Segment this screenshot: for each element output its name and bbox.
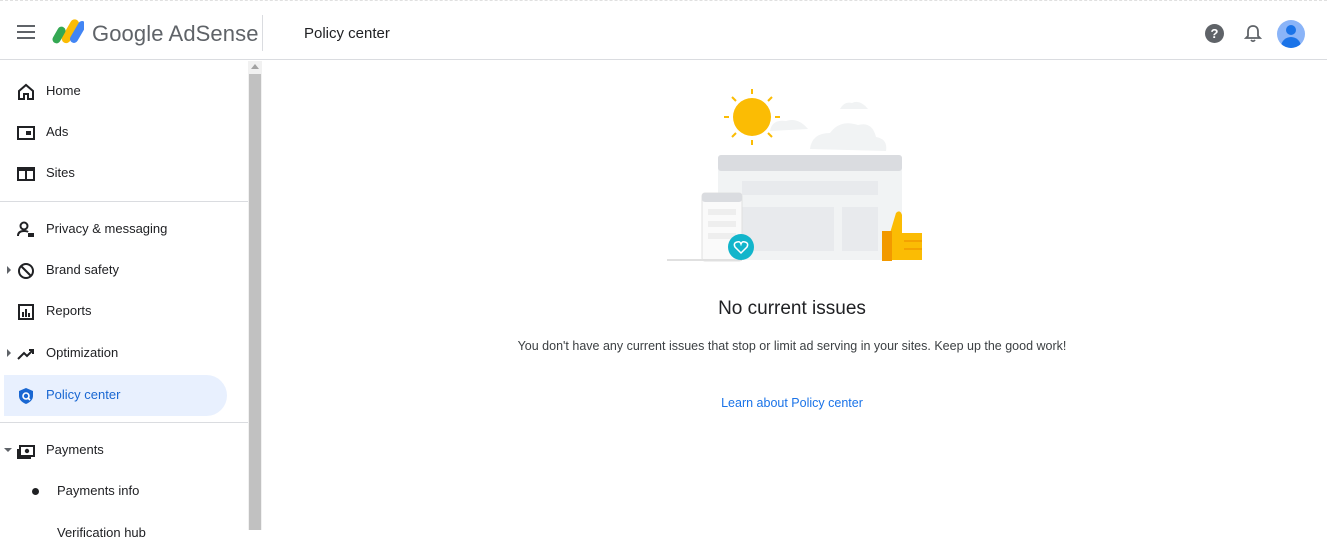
sidebar-item-label: Privacy & messaging <box>46 221 168 236</box>
reports-icon <box>18 304 34 320</box>
sites-icon <box>17 167 35 181</box>
sidebar-item-label: Sites <box>46 165 75 180</box>
sidebar-item-label: Policy center <box>46 387 121 402</box>
expand-caret-icon[interactable] <box>7 349 11 357</box>
sidebar-item-ads[interactable]: Ads <box>4 112 227 153</box>
brand-name[interactable]: Google AdSense <box>92 21 259 47</box>
sidebar-subitem-label: Verification hub <box>57 525 146 540</box>
sidebar-item-label: Brand safety <box>46 262 119 277</box>
policy-shield-icon <box>19 388 33 404</box>
sidebar-subitem-verification-hub[interactable]: Verification hub <box>4 491 227 540</box>
sidebar-item-payments[interactable]: Payments <box>4 430 227 471</box>
sidebar-item-label: Payments <box>46 442 104 457</box>
empty-state-description: You don't have any current issues that s… <box>517 339 1067 353</box>
sidebar-item-optimization[interactable]: Optimization <box>4 333 227 374</box>
header-divider <box>262 15 263 51</box>
collapse-caret-icon[interactable] <box>4 448 12 452</box>
page-title: Policy center <box>304 25 390 42</box>
adsense-logo-icon <box>52 19 84 44</box>
menu-icon[interactable] <box>17 25 35 39</box>
sidebar-item-home[interactable]: Home <box>4 71 227 112</box>
sidebar-item-label: Home <box>46 83 81 98</box>
top-bar: Google AdSense Policy center ? <box>0 0 1327 60</box>
learn-about-policy-center-link[interactable]: Learn about Policy center <box>262 396 1322 410</box>
sidebar-item-label: Ads <box>46 124 69 139</box>
sidebar-item-label: Reports <box>46 303 92 318</box>
sidebar-item-reports[interactable]: Reports <box>4 291 227 332</box>
home-icon <box>18 83 34 100</box>
main-content: No current issues You don't have any cur… <box>262 61 1327 530</box>
sidebar-item-privacy-messaging[interactable]: Privacy & messaging <box>4 209 227 250</box>
sidebar-divider <box>0 422 248 423</box>
sidebar-scrollbar[interactable] <box>248 61 262 530</box>
sidebar-item-label: Optimization <box>46 345 119 360</box>
notifications-bell-icon[interactable] <box>1244 24 1262 43</box>
account-avatar[interactable] <box>1277 20 1305 48</box>
sidebar-divider <box>0 201 248 202</box>
scroll-up-arrow-icon[interactable] <box>251 64 259 69</box>
expand-caret-icon[interactable] <box>7 266 11 274</box>
trending-icon <box>17 349 34 360</box>
sidebar-item-policy-center[interactable]: Policy center <box>4 375 227 416</box>
help-icon[interactable]: ? <box>1205 24 1224 43</box>
no-issues-illustration <box>667 89 922 262</box>
block-icon <box>18 263 34 279</box>
privacy-icon <box>17 221 34 237</box>
payments-icon <box>17 445 35 459</box>
sidebar-item-brand-safety[interactable]: Brand safety <box>4 250 227 291</box>
sidebar-nav: Home Ads Sites Privacy & messaging Brand… <box>0 61 248 540</box>
sidebar-item-sites[interactable]: Sites <box>4 153 227 194</box>
scroll-thumb[interactable] <box>249 74 261 530</box>
empty-state-title: No current issues <box>718 298 866 319</box>
ads-icon <box>17 126 35 140</box>
